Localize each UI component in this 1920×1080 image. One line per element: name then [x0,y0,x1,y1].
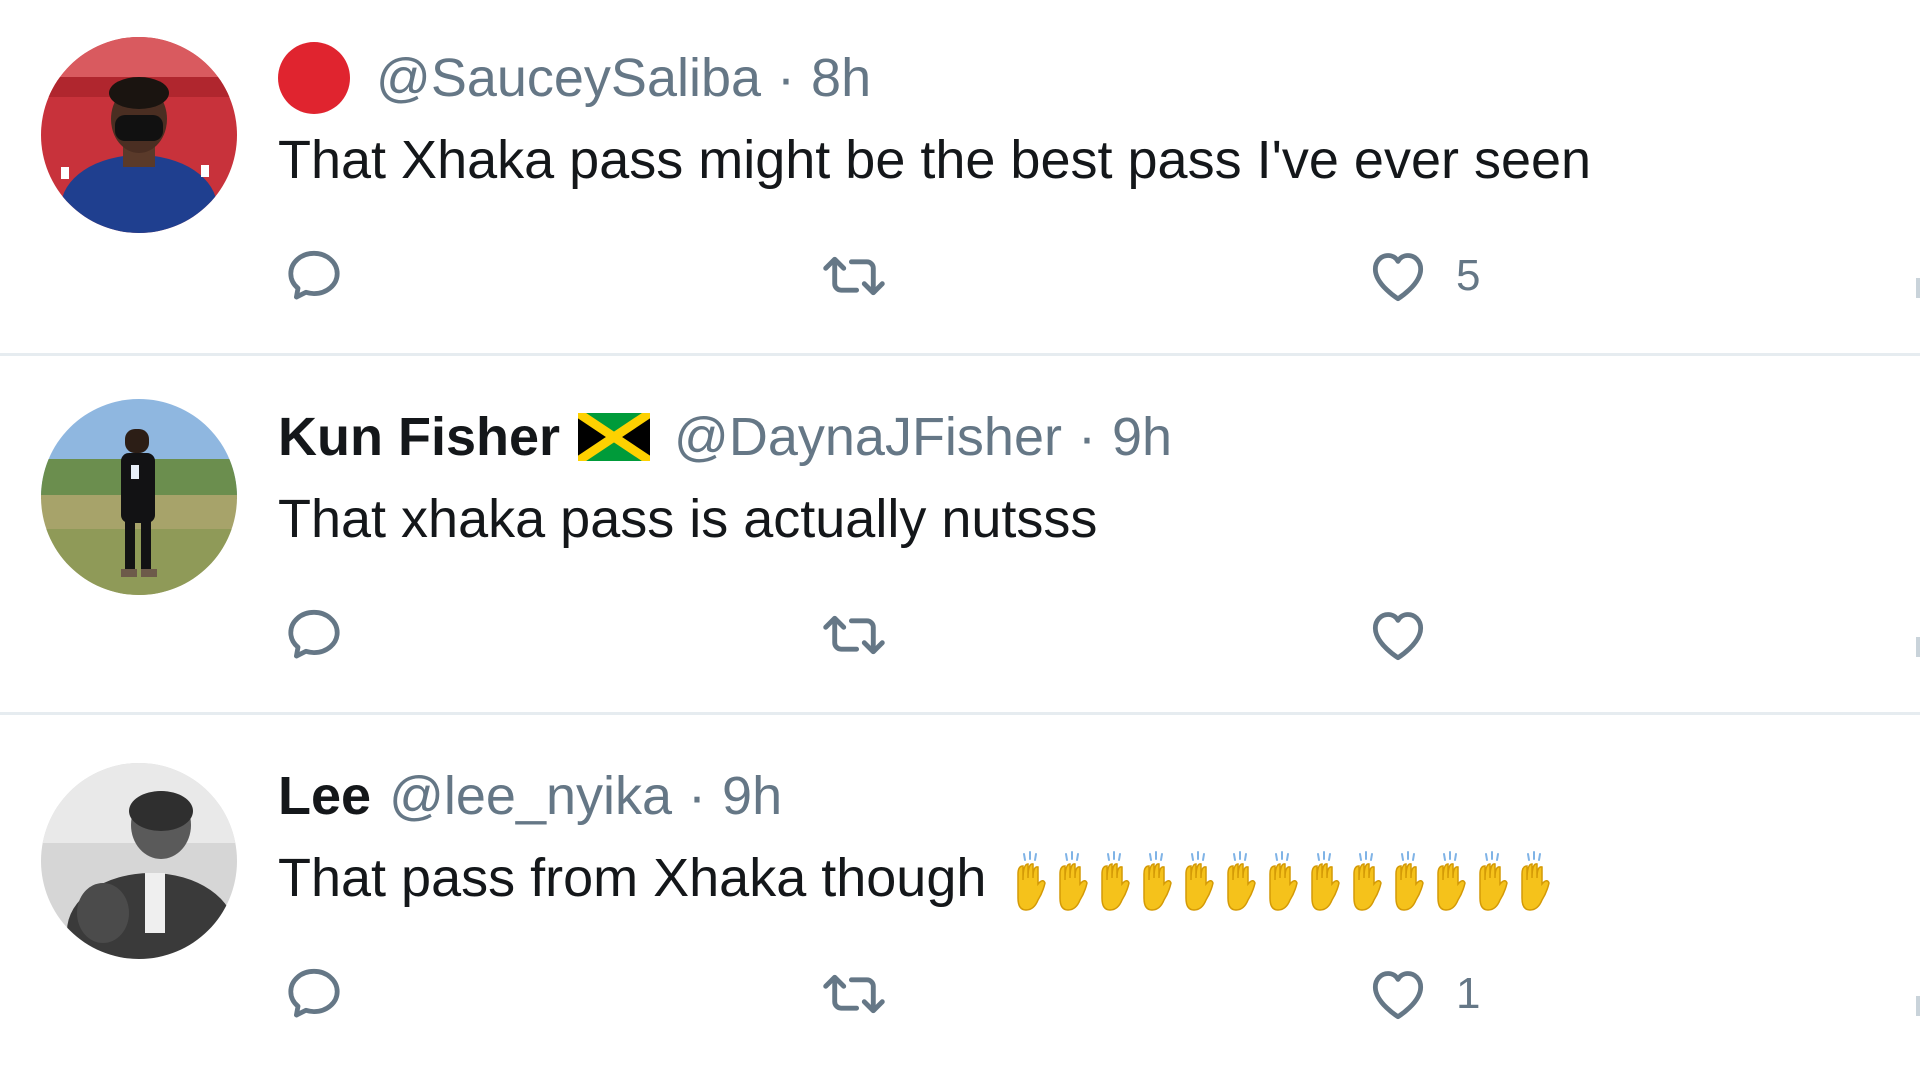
like-count: 5 [1456,251,1481,300]
clapping-hands-emoji-icon [1178,850,1218,914]
tweet-card[interactable]: Kun Fisher @DaynaJFisher · 9h That xhaka… [0,359,1920,715]
display-name[interactable]: Kun Fisher [278,401,560,473]
separator: · [777,48,796,108]
retweet-button[interactable] [818,958,890,1030]
retweet-button[interactable] [818,599,890,671]
clapping-hands-emoji-icon [1052,850,1092,914]
tweet-actions: 5 [278,240,1778,312]
tweet-actions [278,599,1778,671]
separator: · [688,766,707,826]
tweet-header: Lee @lee_nyika · 9h [278,760,782,832]
avatar[interactable] [41,399,237,595]
timestamp[interactable]: 9h [722,760,782,832]
scrollbar-mark [1916,637,1920,657]
clapping-hands-emoji-icon [1220,850,1260,914]
timestamp[interactable]: 8h [811,42,871,114]
avatar[interactable] [41,763,237,959]
display-name[interactable]: Lee [278,760,371,832]
red-dot-icon [278,42,350,114]
tweet-text: That Xhaka pass might be the best pass I… [278,124,1591,196]
tweet-header: @SauceySaliba · 8h [278,42,871,114]
user-handle[interactable]: @SauceySaliba [376,42,761,114]
reply-button[interactable] [282,240,346,312]
tweet-text: That xhaka pass is actually nutsss [278,483,1097,555]
tweet-text-body: That Xhaka pass might be the best pass I… [278,130,1592,190]
clapping-hands-emoji-icon [1388,850,1428,914]
retweet-icon [823,256,885,296]
tweet-text: That pass from Xhaka though 🙌🙌🙌🙌🙌🙌🙌🙌🙌🙌🙌🙌… [278,842,1556,914]
timestamp[interactable]: 9h [1112,401,1172,473]
clapping-hands-emoji-icon [1346,850,1386,914]
tweet-card[interactable]: @SauceySaliba · 8h That Xhaka pass might… [0,0,1920,356]
reply-icon [288,609,340,659]
tweet-actions: 1 [278,958,1778,1030]
retweet-button[interactable] [818,240,890,312]
clapping-hands-emoji-icon [1472,850,1512,914]
clapping-hands-emoji-icon [1262,850,1302,914]
reply-icon [288,968,340,1018]
clapping-hands-emoji-icon [1430,850,1470,914]
retweet-icon [823,974,885,1014]
clapping-hands-emoji-icon [1304,850,1344,914]
scrollbar-mark [1916,996,1920,1016]
like-button[interactable] [1366,599,1456,671]
tweet-header: Kun Fisher @DaynaJFisher · 9h [278,401,1172,473]
separator: · [1077,407,1096,467]
heart-icon [1372,971,1424,1020]
clapping-hands-emoji-icon [1010,850,1050,914]
avatar[interactable] [41,37,237,233]
retweet-icon [823,615,885,655]
reply-button[interactable] [282,958,346,1030]
replies-feed: @SauceySaliba · 8h That Xhaka pass might… [0,0,1920,1080]
heart-icon [1372,612,1424,661]
heart-icon [1372,253,1424,302]
like-button[interactable]: 1 [1366,958,1480,1030]
clapping-hands-emoji-icon [1136,850,1176,914]
reply-button[interactable] [282,599,346,671]
tweet-card[interactable]: Lee @lee_nyika · 9h That pass from Xhaka… [0,718,1920,1080]
jamaica-flag-icon [578,413,651,461]
reply-icon [288,250,340,300]
like-button[interactable]: 5 [1366,240,1480,312]
tweet-text-body: That pass from Xhaka though [278,848,987,908]
user-handle[interactable]: @DaynaJFisher [674,401,1062,473]
clapping-hands-emoji-row: 🙌🙌🙌🙌🙌🙌🙌🙌🙌🙌🙌🙌🙌 [1010,842,1556,914]
user-handle[interactable]: @lee_nyika [389,760,672,832]
scrollbar-mark [1916,278,1920,298]
clapping-hands-emoji-icon [1094,850,1134,914]
clapping-hands-emoji-icon [1514,850,1554,914]
like-count: 1 [1456,969,1481,1018]
tweet-text-body: That xhaka pass is actually nutsss [278,489,1098,549]
